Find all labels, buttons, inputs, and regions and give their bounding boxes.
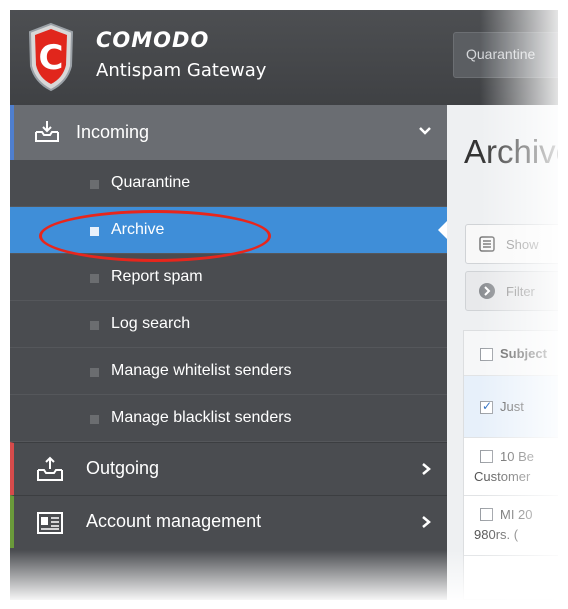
- bullet-icon: [90, 368, 99, 377]
- sidebar: Incoming Quarantine Archive Report spam …: [10, 105, 447, 600]
- sidebar-item-manage-blacklist[interactable]: Manage blacklist senders: [10, 395, 447, 442]
- sidebar-item-label: Account management: [86, 511, 262, 531]
- table-row[interactable]: 10 Be Customer: [464, 438, 558, 496]
- bullet-icon: [90, 415, 99, 424]
- active-indicator: [438, 221, 447, 239]
- sidebar-item-log-search[interactable]: Log search: [10, 301, 447, 348]
- sidebar-item-label: Outgoing: [86, 458, 160, 478]
- select-all-checkbox[interactable]: [480, 348, 493, 361]
- page-title: Archive: [464, 133, 558, 170]
- svg-text:C: C: [39, 38, 64, 78]
- sidebar-item-quarantine[interactable]: Quarantine: [10, 160, 447, 207]
- table-row[interactable]: Just: [464, 376, 558, 438]
- chevron-right-icon[interactable]: [420, 515, 432, 529]
- table-row[interactable]: MI 20 980rs. (: [464, 496, 558, 556]
- app-header: C COMODO Antispam Gateway Quarantine: [10, 10, 558, 105]
- filter-button-label: Filter: [506, 284, 535, 299]
- column-header-subject: Subject: [500, 346, 547, 361]
- chevron-down-icon[interactable]: [418, 124, 432, 138]
- sidebar-item-label: Manage blacklist senders: [111, 409, 292, 426]
- row-checkbox[interactable]: [480, 450, 493, 463]
- row-subject-continued: Customer: [474, 469, 531, 484]
- row-subject-continued: 980rs. (: [474, 527, 519, 542]
- table-header-row: Subject: [464, 331, 558, 376]
- brand-name: COMODO: [96, 28, 210, 52]
- tab-quarantine[interactable]: Quarantine: [453, 32, 558, 78]
- sidebar-item-label: Incoming: [76, 122, 150, 142]
- sidebar-item-label: Report spam: [111, 268, 203, 285]
- account-card-icon: [37, 512, 63, 534]
- main-content: Archive Show Filter Subject Just: [447, 105, 558, 600]
- sidebar-item-incoming[interactable]: Incoming: [10, 105, 447, 160]
- row-checkbox[interactable]: [480, 508, 493, 521]
- row-subject: Just: [500, 399, 524, 414]
- sidebar-item-label: Log search: [111, 315, 191, 332]
- row-subject: 10 Be: [500, 449, 534, 464]
- app-window: C COMODO Antispam Gateway Quarantine Inc…: [10, 10, 558, 600]
- comodo-logo-icon: C: [28, 22, 74, 92]
- sidebar-item-manage-whitelist[interactable]: Manage whitelist senders: [10, 348, 447, 395]
- chevron-right-icon[interactable]: [420, 462, 432, 476]
- bullet-icon: [90, 274, 99, 283]
- highlight-annotation: [39, 210, 271, 262]
- show-button-label: Show: [506, 237, 539, 252]
- inbox-tray-icon: [35, 121, 59, 142]
- filter-button[interactable]: Filter: [465, 271, 558, 311]
- sidebar-item-label: Quarantine: [111, 174, 191, 191]
- sidebar-item-account-management[interactable]: Account management: [10, 495, 447, 548]
- sidebar-item-outgoing[interactable]: Outgoing: [10, 442, 447, 495]
- archive-table: Subject Just 10 Be Customer MI 20 980rs.…: [463, 330, 558, 600]
- row-subject: MI 20: [500, 507, 533, 522]
- show-button[interactable]: Show: [465, 224, 558, 264]
- outbox-tray-icon: [37, 456, 63, 481]
- list-icon: [479, 236, 495, 252]
- sidebar-item-report-spam[interactable]: Report spam: [10, 254, 447, 301]
- bullet-icon: [90, 180, 99, 189]
- sidebar-item-label: Manage whitelist senders: [111, 362, 292, 379]
- bullet-icon: [90, 321, 99, 330]
- row-checkbox[interactable]: [480, 399, 493, 414]
- product-name: Antispam Gateway: [96, 60, 267, 81]
- chevron-circle-icon: [479, 283, 495, 299]
